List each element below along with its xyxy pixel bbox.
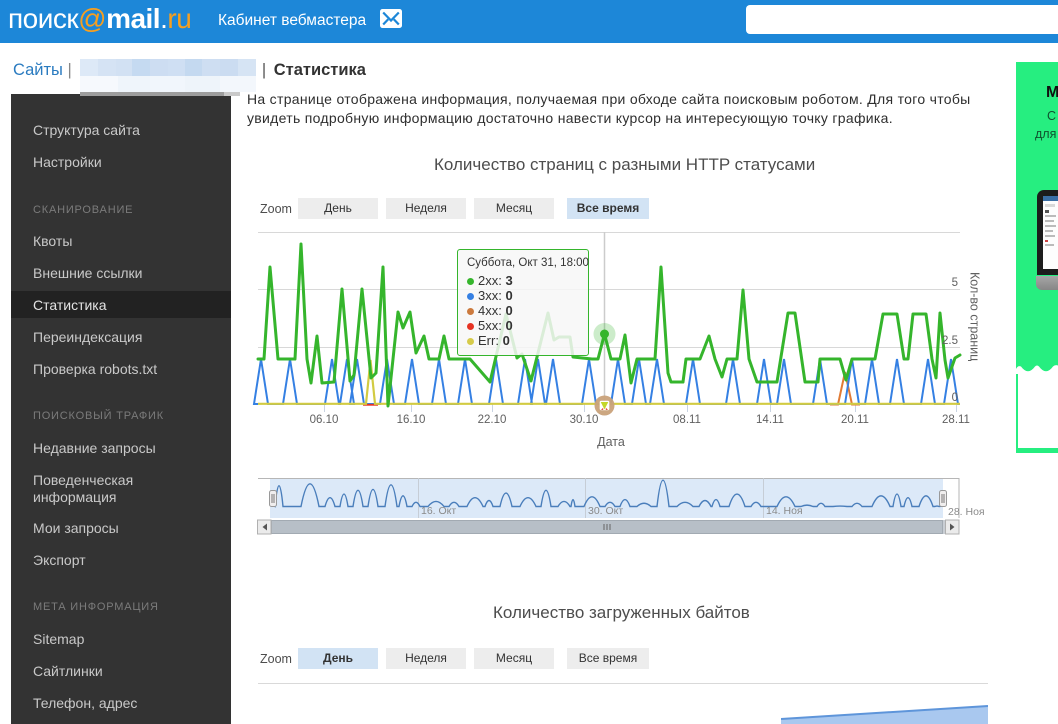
svg-text:22.10: 22.10	[478, 414, 507, 426]
svg-text:28. Ноя: 28. Ноя	[948, 506, 985, 518]
svg-text:5: 5	[952, 277, 958, 289]
svg-text:16.10: 16.10	[397, 414, 426, 426]
svg-text:14.11: 14.11	[756, 414, 784, 426]
svg-text:2.5: 2.5	[942, 335, 958, 347]
svg-text:0: 0	[952, 392, 958, 404]
svg-text:16. Окт: 16. Окт	[421, 505, 456, 517]
svg-text:30. Окт: 30. Окт	[588, 505, 623, 517]
svg-text:08.11: 08.11	[673, 414, 701, 426]
svg-text:20.11: 20.11	[841, 414, 869, 426]
svg-text:Дата: Дата	[597, 435, 625, 449]
svg-text:06.10: 06.10	[310, 414, 339, 426]
svg-text:Кол-во страниц: Кол-во страниц	[968, 272, 982, 361]
svg-text:28.11: 28.11	[942, 414, 970, 426]
svg-text:30.10: 30.10	[570, 414, 599, 426]
svg-text:14. Ноя: 14. Ноя	[766, 505, 803, 517]
